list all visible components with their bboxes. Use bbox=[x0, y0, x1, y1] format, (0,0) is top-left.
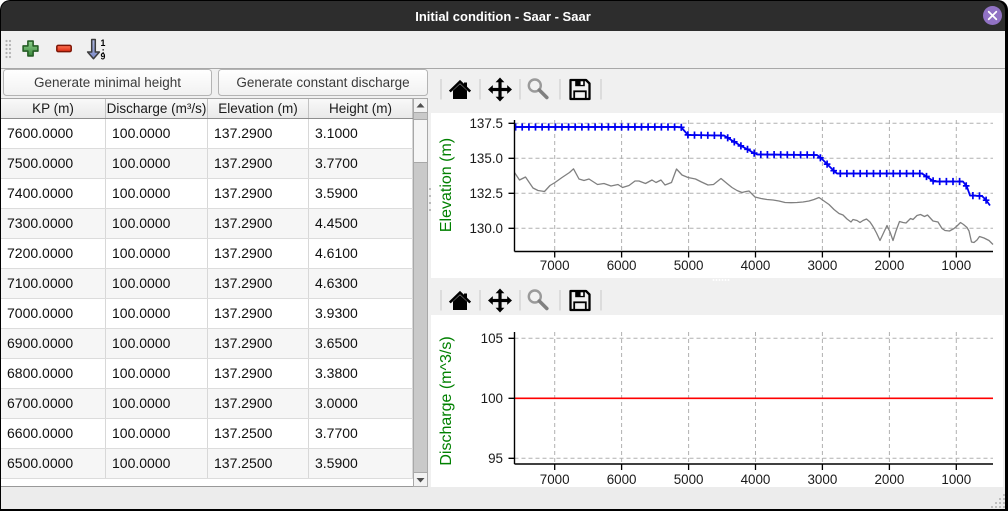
svg-text:1: 1 bbox=[101, 38, 106, 48]
